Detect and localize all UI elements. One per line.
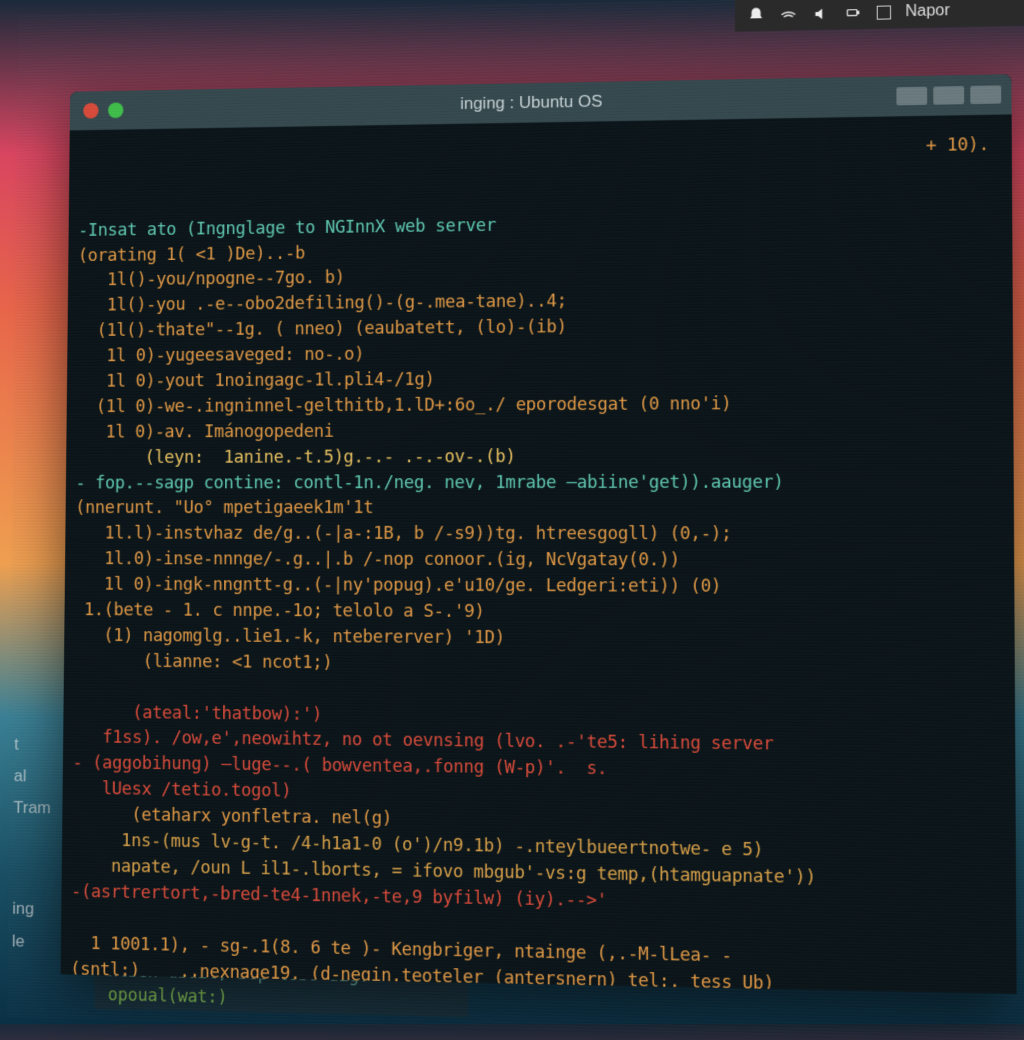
sidebar-item: Tram	[13, 792, 51, 824]
sidebar-item: t	[14, 728, 52, 760]
win-btn-2[interactable]	[933, 86, 964, 105]
battery-icon[interactable]	[844, 4, 862, 22]
terminal-line: 1l.l)-instvhaz de/g..(-|a-:1B, b /-s9))t…	[75, 522, 996, 549]
terminal-line: (leyn: 1anine.-t.5)g.-.- .-.-ov-.(b)	[76, 443, 995, 471]
window-buttons	[896, 85, 1001, 105]
terminal-line: (nnerunt. "Uo° mpetigaeek1m'1t	[75, 496, 995, 522]
left-sidebar: t al Tram ing le	[12, 728, 52, 958]
right-badge: + 10).	[926, 133, 989, 160]
terminal-line: 1l.0)-inse-nnnge/-.g..|.b /-nop conoor.(…	[75, 548, 996, 576]
close-button[interactable]	[83, 103, 98, 119]
window-title: inging : Ubuntu OS	[460, 92, 602, 114]
terminal-line: - fop.--sagp contine: contl-1n./neg. nev…	[75, 470, 995, 497]
sidebar-item: al	[14, 760, 52, 792]
terminal-body[interactable]: + 10). -Insat ato (Ingnglage to NGInnX w…	[61, 114, 1017, 994]
traffic-lights	[70, 102, 124, 118]
tray-square-icon[interactable]	[877, 5, 891, 19]
sidebar-item: ing	[12, 893, 50, 926]
tray-label: Napor	[905, 2, 950, 21]
win-btn-1[interactable]	[896, 87, 927, 106]
terminal-line: 1l 0)-ingk-nngntt-g..(-|ny'popug).e'u10/…	[74, 573, 995, 602]
network-icon[interactable]	[779, 5, 797, 23]
system-tray: Napor	[735, 0, 1024, 32]
sidebar-item: le	[12, 925, 50, 958]
terminal-line: (1l 0)-we-.ingninnel-gelthitb,1.lD+:6o_.…	[76, 391, 995, 421]
notification-icon[interactable]	[747, 6, 765, 24]
volume-icon[interactable]	[812, 5, 830, 23]
terminal-window: inging : Ubuntu OS + 10). -Insat ato (In…	[61, 74, 1017, 994]
win-btn-3[interactable]	[970, 85, 1001, 104]
terminal-line: 1l 0)-av. Imánogopedeni	[76, 417, 995, 446]
maximize-button[interactable]	[108, 102, 123, 118]
